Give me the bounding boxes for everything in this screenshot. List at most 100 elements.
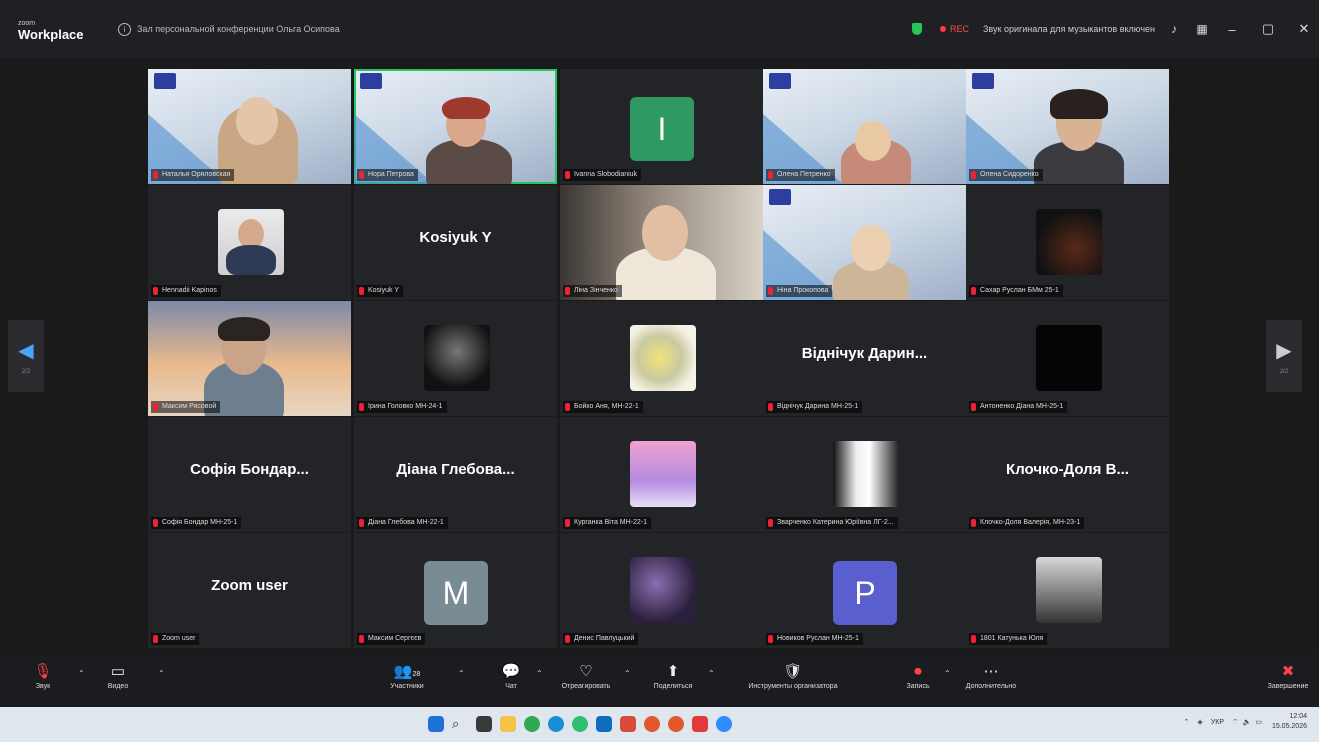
security-shield-icon[interactable]: [911, 23, 922, 35]
wifi-icon[interactable]: ⌔: [1232, 718, 1239, 727]
participant-tile[interactable]: Наталья Оряловская: [148, 69, 351, 184]
more-button[interactable]: ⋯ Дополнительно: [956, 661, 1026, 690]
end-label: Завершение: [1267, 683, 1309, 690]
muted-mic-icon: [768, 171, 773, 179]
chrome-profile-icon[interactable]: [668, 716, 684, 732]
record-button[interactable]: ⏺ Запись: [898, 661, 938, 690]
language-indicator[interactable]: УКР: [1211, 719, 1224, 726]
zoom-app-icon[interactable]: [716, 716, 732, 732]
logo-text: Workplace: [18, 27, 84, 42]
muted-mic-icon: [359, 287, 364, 295]
share-screen-button[interactable]: ⬆ Поделиться: [640, 661, 706, 690]
participant-name: Нора Петрова: [357, 169, 418, 181]
participant-name: Софія Бондар МН-25-1: [151, 517, 242, 529]
participant-tile[interactable]: Антоненко Діана МН-25-1: [966, 301, 1169, 416]
participant-display-name: Клочко-Доля В...: [1006, 461, 1129, 478]
recording-indicator[interactable]: REC: [939, 24, 969, 34]
participant-tile[interactable]: M Максим Сергєєв: [354, 533, 557, 648]
chat-bubble-icon: 💬: [501, 663, 521, 680]
participant-tile[interactable]: Ірина Головко МН-24-1: [354, 301, 557, 416]
participant-tile[interactable]: Максим Рясовой: [148, 301, 351, 416]
participant-tile[interactable]: Денис Павлуцький: [560, 533, 763, 648]
start-menu-icon[interactable]: [428, 716, 444, 732]
chrome-icon[interactable]: [572, 716, 588, 732]
participant-name: Олена Сидоренко: [969, 169, 1043, 181]
participant-photo: [424, 325, 490, 391]
muted-mic-icon: [971, 635, 976, 643]
minimize-button[interactable]: –: [1217, 22, 1247, 37]
participant-tile[interactable]: Ніна Прокопова: [763, 185, 966, 300]
store-icon[interactable]: [596, 716, 612, 732]
participant-name: Клочко-Доля Валерія, МН-23-1: [969, 517, 1085, 529]
record-label: Запись: [906, 683, 930, 690]
edge-icon[interactable]: [548, 716, 564, 732]
browser-icon[interactable]: [524, 716, 540, 732]
close-button[interactable]: ✕: [1289, 21, 1319, 37]
chat-options-chevron-icon[interactable]: ⌃: [536, 669, 543, 678]
video-button[interactable]: ▭ Видео: [98, 661, 138, 690]
page-indicator: 2/2: [1279, 368, 1289, 375]
task-view-icon[interactable]: [476, 716, 492, 732]
participants-button[interactable]: 👥28 Участники: [382, 661, 432, 690]
participant-name: Ліна Зінченко: [563, 285, 622, 297]
tray-chevron-icon[interactable]: ⌃: [1184, 718, 1190, 726]
tray-app-icon[interactable]: ◈: [1197, 718, 1202, 726]
info-icon[interactable]: i: [118, 22, 131, 36]
participant-tile[interactable]: Віднічук Дарин... Віднічук Дарина МН-25-…: [763, 301, 966, 416]
end-meeting-button[interactable]: ✖ Завершение: [1262, 661, 1314, 690]
audio-settings-icon[interactable]: ♪: [1165, 22, 1183, 36]
participant-tile[interactable]: Клочко-Доля В... Клочко-Доля Валерія, МН…: [966, 417, 1169, 532]
participant-tile[interactable]: Бойко Аня, МН-22-1: [560, 301, 763, 416]
participant-name: Олена Петренко: [766, 169, 835, 181]
participant-tile[interactable]: Hennadii Kapinos: [148, 185, 351, 300]
battery-icon[interactable]: ▭: [1255, 718, 1262, 726]
participant-tile[interactable]: Діана Глебова... Діана Глебова МН-22-1: [354, 417, 557, 532]
prev-page-button[interactable]: ◀ 2/2: [8, 320, 44, 392]
participant-tile[interactable]: Олена Петренко: [763, 69, 966, 184]
share-options-chevron-icon[interactable]: ⌃: [708, 669, 715, 678]
chrome-profile-icon[interactable]: [644, 716, 660, 732]
reactions-options-chevron-icon[interactable]: ⌃: [624, 669, 631, 678]
next-page-button[interactable]: ▶ 2/2: [1266, 320, 1302, 392]
file-explorer-icon[interactable]: [500, 716, 516, 732]
participant-tile[interactable]: Олена Сидоренко: [966, 69, 1169, 184]
volume-icon[interactable]: 🔈: [1243, 718, 1252, 726]
original-sound-notice[interactable]: Звук оригинала для музыкантов включен: [983, 24, 1155, 34]
app-icon[interactable]: [620, 716, 636, 732]
reactions-button[interactable]: ♡ Отреагировать: [556, 661, 616, 690]
clock[interactable]: 12:04 15.05.2026: [1272, 712, 1307, 732]
participant-tile[interactable]: 1801 Катунька Юля: [966, 533, 1169, 648]
participant-name: Антоненко Діана МН-25-1: [969, 401, 1068, 413]
search-icon[interactable]: ⌕: [452, 716, 468, 732]
participant-name: Віднічук Дарина МН-25-1: [766, 401, 863, 413]
audio-button[interactable]: 🎙 Звук: [28, 661, 58, 690]
muted-mic-icon: [971, 171, 976, 179]
video-options-chevron-icon[interactable]: ⌃: [158, 669, 165, 678]
app-icon[interactable]: [692, 716, 708, 732]
meeting-info[interactable]: i Зал персональной конференции Ольга Оси…: [118, 22, 340, 36]
participants-options-chevron-icon[interactable]: ⌃: [458, 669, 465, 678]
heart-icon: ♡: [579, 663, 593, 680]
maximize-button[interactable]: ▢: [1253, 21, 1283, 37]
participant-tile[interactable]: P Новиков Руслан МН-25-1: [763, 533, 966, 648]
muted-mic-icon: [565, 519, 570, 527]
participant-tile[interactable]: Курганка Віта МН-22-1: [560, 417, 763, 532]
participant-tile[interactable]: Сахар Руслан БМм 25-1: [966, 185, 1169, 300]
participant-name: Діана Глебова МН-22-1: [357, 517, 448, 529]
chat-button[interactable]: 💬 Чат: [496, 661, 526, 690]
participant-tile[interactable]: Софія Бондар... Софія Бондар МН-25-1: [148, 417, 351, 532]
participant-tile-active-speaker[interactable]: Нора Петрова: [354, 69, 557, 184]
participant-tile[interactable]: Kosiyuk Y Kosiyuk Y: [354, 185, 557, 300]
host-tools-button[interactable]: 🛡 Инструменты организатора: [722, 661, 864, 690]
participant-photo: [630, 557, 696, 623]
participant-tile[interactable]: Zoom user Zoom user: [148, 533, 351, 648]
participant-tile[interactable]: Зварченко Катерина Юріївна ЛГ-2...: [763, 417, 966, 532]
participant-tile[interactable]: Ліна Зінченко: [560, 185, 763, 300]
audio-options-chevron-icon[interactable]: ⌃: [78, 669, 85, 678]
muted-mic-icon: [359, 171, 364, 179]
record-options-chevron-icon[interactable]: ⌃: [944, 669, 951, 678]
participant-tile[interactable]: I Ivanna Slobodianiuk: [560, 69, 763, 184]
gallery-view-icon[interactable]: ▦: [1193, 22, 1211, 36]
clock-time: 12:04: [1289, 713, 1307, 720]
muted-mic-icon: [359, 403, 364, 411]
